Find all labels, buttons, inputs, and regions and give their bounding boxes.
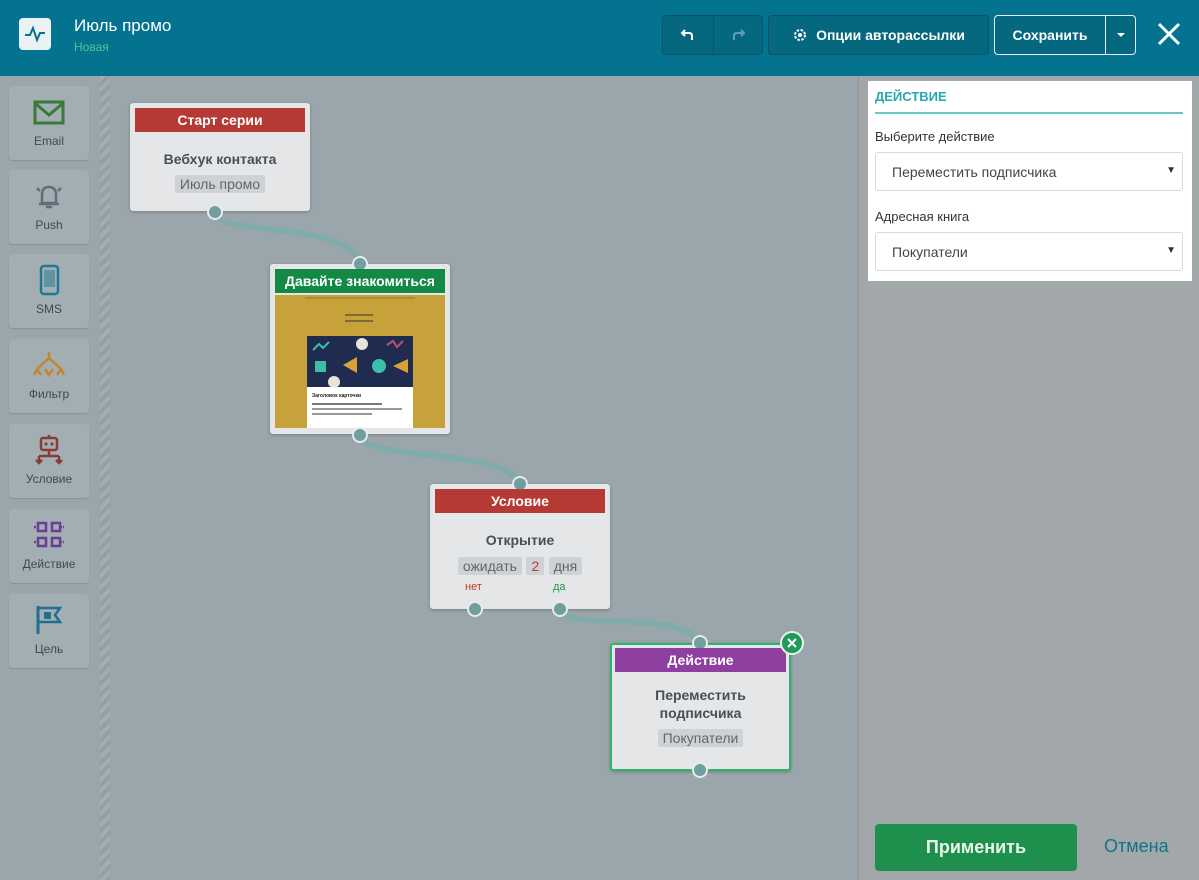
email-preview-thumbnail: Заголовок карточки xyxy=(275,295,445,428)
redo-icon xyxy=(732,29,746,40)
node-condition[interactable]: Условие Открытие ожидать 2 дня нет да xyxy=(430,476,610,617)
branch-yes-label: да xyxy=(553,581,566,593)
node-action[interactable]: Действие Переместить подписчика Покупате… xyxy=(610,631,804,778)
node-header: Условие xyxy=(435,489,605,513)
action-select[interactable]: Переместить подписчика ▼ xyxy=(875,152,1183,191)
palette-divider xyxy=(100,76,110,880)
close-button[interactable] xyxy=(1156,21,1182,47)
address-book-label: Адресная книга xyxy=(875,209,970,224)
palette-item-email[interactable]: Email xyxy=(9,86,89,160)
panel-divider xyxy=(875,112,1183,114)
node-title: Открытие xyxy=(485,532,555,548)
node-header: Действие xyxy=(615,648,786,672)
bell-icon xyxy=(36,185,62,209)
palette-label: Email xyxy=(33,134,64,148)
node-start[interactable]: Старт серии Вебхук контакта Июль промо xyxy=(130,103,310,220)
email-preview-image xyxy=(305,297,415,428)
workflow-canvas[interactable]: Старт серии Вебхук контакта Июль промо Д… xyxy=(110,76,858,880)
apply-button[interactable]: Применить xyxy=(875,824,1077,871)
pulse-icon xyxy=(25,25,45,43)
redo-button[interactable] xyxy=(712,16,763,54)
wait-label: ожидать xyxy=(457,557,522,575)
palette-item-goal[interactable]: Цель xyxy=(9,594,89,668)
node-title: Вебхук контакта xyxy=(163,151,277,167)
node-title-line2: подписчика xyxy=(659,705,742,721)
filter-icon xyxy=(33,352,65,378)
palette-item-push[interactable]: Push xyxy=(9,170,89,244)
address-book-select[interactable]: Покупатели ▼ xyxy=(875,232,1183,271)
palette-label: Условие xyxy=(25,472,73,486)
node-header: Старт серии xyxy=(135,108,305,132)
campaign-title: Июль промо xyxy=(74,16,172,35)
wait-value[interactable]: 2 xyxy=(526,557,545,575)
address-book-value: Покупатели xyxy=(892,244,968,260)
chevron-down-icon xyxy=(1116,33,1125,37)
action-icon xyxy=(34,521,64,548)
palette-item-sms[interactable]: SMS xyxy=(9,254,89,328)
flag-icon xyxy=(36,606,63,634)
autosend-options-button[interactable]: Опции авторассылки xyxy=(768,15,989,55)
palette-label: Цель xyxy=(34,642,64,656)
output-port[interactable] xyxy=(352,427,368,443)
top-bar: Июль промо Новая Опции авторассылки Сохр… xyxy=(0,0,1199,76)
save-button[interactable]: Сохранить xyxy=(995,16,1105,54)
campaign-status: Новая xyxy=(74,40,109,54)
action-settings-card: ДЕЙСТВИЕ Выберите действие Переместить п… xyxy=(868,81,1192,281)
palette-item-action[interactable]: Действие xyxy=(9,509,89,583)
output-port[interactable] xyxy=(692,762,708,778)
envelope-icon xyxy=(33,100,65,125)
chevron-down-icon: ▼ xyxy=(1166,245,1176,256)
palette-label: SMS xyxy=(35,302,62,316)
palette-item-condition[interactable]: Условие xyxy=(9,424,89,498)
wait-setting: ожидать 2 дня xyxy=(430,557,610,576)
autosend-options-label: Опции авторассылки xyxy=(816,27,965,43)
thumbnail-heading: Заголовок карточки xyxy=(312,393,362,399)
action-select-label: Выберите действие xyxy=(875,129,995,144)
palette-label: Push xyxy=(35,218,63,232)
output-port-no[interactable] xyxy=(467,601,483,617)
phone-icon xyxy=(39,264,60,296)
chevron-down-icon: ▼ xyxy=(1166,165,1176,176)
undo-icon xyxy=(680,29,693,40)
wait-unit: дня xyxy=(548,557,583,575)
node-tag: Покупатели xyxy=(657,729,744,747)
close-icon xyxy=(787,638,797,648)
save-button-group: Сохранить xyxy=(994,15,1136,55)
node-header: Давайте знакомиться xyxy=(275,269,445,293)
output-port[interactable] xyxy=(207,204,223,220)
panel-section-title: ДЕЙСТВИЕ xyxy=(875,89,947,104)
action-select-value: Переместить подписчика xyxy=(892,164,1057,180)
app-logo[interactable] xyxy=(19,18,51,50)
palette-label: Фильтр xyxy=(28,387,70,401)
condition-icon xyxy=(35,435,63,465)
save-dropdown-button[interactable] xyxy=(1105,16,1135,54)
palette-item-filter[interactable]: Фильтр xyxy=(9,339,89,413)
cancel-link[interactable]: Отмена xyxy=(1104,836,1169,857)
node-tag: Июль промо xyxy=(174,175,266,193)
delete-node-button[interactable] xyxy=(780,631,804,655)
history-buttons xyxy=(662,15,763,55)
close-icon xyxy=(1157,22,1181,46)
node-email[interactable]: Давайте знакомиться Заголовок карточки xyxy=(270,256,450,443)
undo-button[interactable] xyxy=(663,16,713,54)
branch-no-label: нет xyxy=(465,581,482,593)
output-port-yes[interactable] xyxy=(552,601,568,617)
palette-label: Действие xyxy=(22,557,76,571)
node-title-line1: Переместить xyxy=(655,687,746,703)
gear-icon xyxy=(794,29,807,41)
